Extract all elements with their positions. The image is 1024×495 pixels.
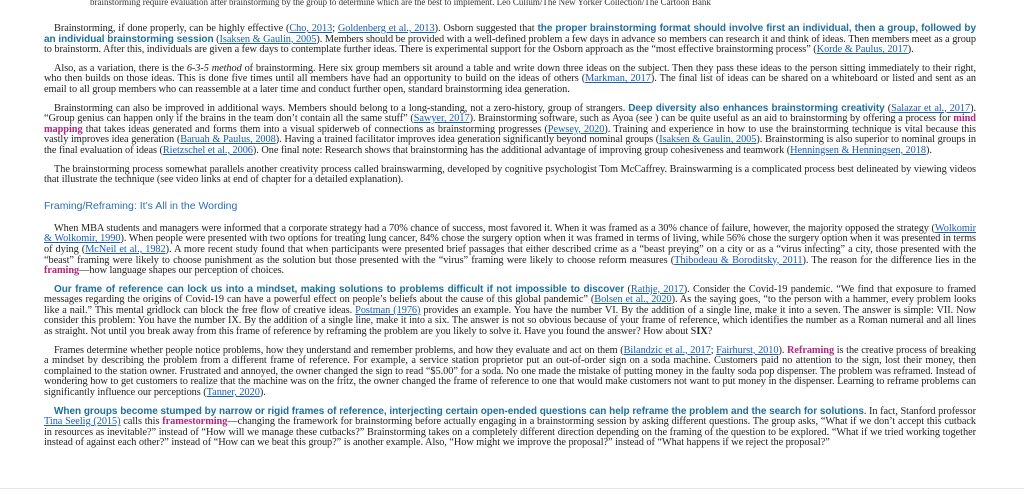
key-point-highlight: When groups become stumped by narrow or …	[54, 405, 864, 417]
text: ).	[907, 44, 914, 56]
key-term[interactable]: framing	[44, 265, 79, 276]
paragraph-framestorming: When groups become stumped by narrow or …	[44, 405, 976, 449]
citation-link[interactable]: Thibodeau & Boroditsky, 2011	[674, 255, 802, 266]
figure-caption: brainstorming require evaluation after b…	[90, 0, 711, 7]
text: When MBA students and managers were info…	[54, 222, 935, 234]
text: Also, as a variation, there is the	[54, 62, 187, 74]
citation-link[interactable]: Postman (1976)	[355, 305, 420, 316]
paragraph-635-method: Also, as a variation, there is the 6-3-5…	[44, 62, 976, 96]
citation-link[interactable]: Rathje, 2017	[631, 284, 684, 295]
text: . In fact, Stanford professor	[863, 405, 976, 417]
text: calls this	[120, 416, 163, 428]
article-body: Brainstorming, if done properly, can be …	[44, 23, 976, 455]
citation-link[interactable]: Korde & Paulus, 2017	[817, 44, 908, 55]
divider	[0, 488, 1024, 489]
text: (	[624, 283, 631, 295]
text: ). Osborn suggested that	[434, 23, 538, 34]
citation-link[interactable]: Sawyer, 2017	[414, 113, 470, 124]
text: ). Brainstorming software, such as Ayoa …	[469, 113, 954, 125]
citation-link[interactable]: Henningsen & Henningsen, 2018	[790, 145, 926, 156]
text: ). Having a trained facilitator improves…	[275, 134, 660, 146]
key-term[interactable]: framestorming	[162, 416, 227, 427]
text: ).	[778, 344, 788, 356]
citation-link[interactable]: Fairhurst, 2010	[716, 345, 778, 356]
text: ). One final note: Research shows that b…	[252, 144, 791, 156]
citation-link[interactable]: Tina Seelig (2015)	[44, 416, 121, 427]
text: that takes ideas generated and forms the…	[82, 123, 548, 135]
key-point-highlight: Deep diversity also enhances brainstormi…	[628, 102, 885, 114]
answer-emphasis: IX	[696, 326, 708, 338]
citation-link[interactable]: Tanner, 2020	[207, 387, 260, 398]
key-point-highlight: Our frame of reference can lock us into …	[54, 283, 625, 295]
paragraph-osborn: Brainstorming, if done properly, can be …	[44, 23, 976, 56]
citation-link[interactable]: Goldenberg et al., 2013	[338, 23, 435, 34]
text: Frames determine whether people notice p…	[54, 344, 624, 356]
method-term: 6-3-5 method	[186, 62, 242, 74]
citation-link[interactable]: Isaksen & Gaulin, 2005	[220, 34, 317, 45]
text: ).	[259, 387, 266, 399]
text: ).	[925, 144, 932, 156]
key-term[interactable]: Reframing	[787, 345, 834, 356]
text: ?	[707, 326, 713, 338]
citation-link[interactable]: Rietzschel et al., 2006	[163, 145, 253, 156]
citation-link[interactable]: Markman, 2017	[585, 73, 651, 85]
page: brainstorming require evaluation after b…	[0, 0, 1024, 495]
citation-link[interactable]: Baruah & Paulus, 2008	[180, 134, 276, 146]
citation-link[interactable]: Bolsen et al., 2020	[594, 294, 671, 305]
section-heading: Framing/Reframing: It’s All in the Wordi…	[44, 199, 238, 212]
paragraph-framing: When MBA students and managers were info…	[44, 222, 976, 277]
paragraph-improvements: Brainstorming can also be improved in ad…	[44, 102, 976, 157]
citation-link[interactable]: Isaksen & Gaulin, 2005	[659, 134, 756, 146]
citation-link[interactable]: McNeil et al., 1982	[85, 244, 165, 255]
paragraph-brainswarming: The brainstorming process somewhat paral…	[44, 163, 976, 186]
paragraph-reframing: Frames determine whether people notice p…	[44, 344, 976, 399]
text: —how language shapes our perception of c…	[79, 265, 285, 277]
text: Brainstorming, if done properly, can be …	[54, 23, 290, 34]
paragraph-frame-of-reference: Our frame of reference can lock us into …	[44, 283, 976, 338]
citation-link[interactable]: Bilandzic et al., 2017	[624, 345, 711, 356]
text: ). The reason for the difference lies in…	[802, 254, 976, 266]
text: Brainstorming can also be improved in ad…	[54, 102, 629, 114]
citation-link[interactable]: Pewsey, 2020	[548, 124, 605, 135]
citation-link[interactable]: Cho, 2013	[289, 23, 332, 34]
citation-link[interactable]: Salazar et al., 2017	[891, 103, 970, 114]
